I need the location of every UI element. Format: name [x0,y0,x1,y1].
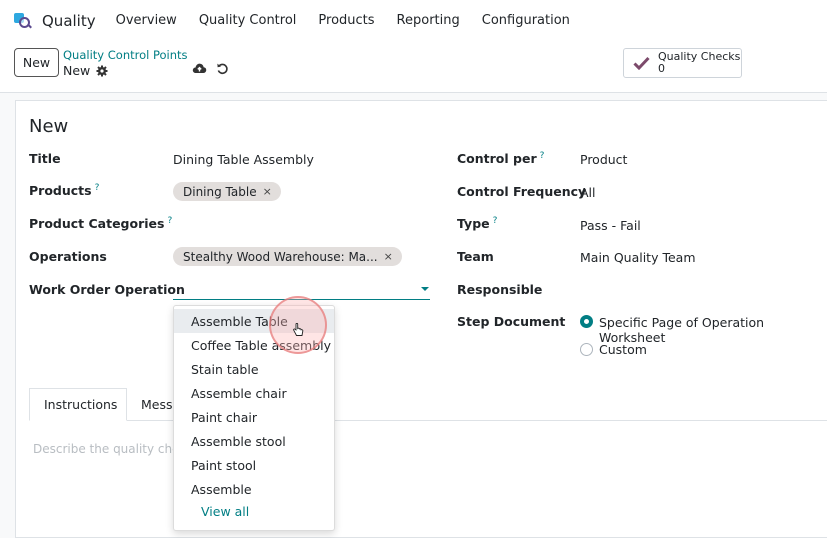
menu-overview[interactable]: Overview [116,13,177,28]
control-frequency-field[interactable]: All [580,185,596,200]
breadcrumb-current-label: New [63,63,91,78]
quality-app-icon[interactable] [12,10,34,32]
products-label-text: Products [29,183,92,199]
radio-specific-page-label[interactable]: Specific Page of Operation Worksheet [599,315,827,345]
control-per-help-icon[interactable]: ? [540,151,545,161]
product-tag-remove-icon[interactable]: × [263,185,272,198]
menu-configuration[interactable]: Configuration [482,13,570,28]
type-label-text: Type [457,216,490,232]
menu-quality-control[interactable]: Quality Control [199,13,297,28]
breadcrumb-parent-link[interactable]: Quality Control Points [63,48,188,62]
dropdown-option[interactable]: Paint stool [174,453,334,477]
operation-tag-remove-icon[interactable]: × [384,250,393,263]
view-all-link[interactable]: View all [201,504,249,519]
gear-icon[interactable] [96,65,108,77]
radio-custom[interactable] [580,343,593,356]
operation-tag-label: Stealthy Wood Warehouse: Ma... [183,249,378,264]
title-field[interactable]: Dining Table Assembly [173,152,314,167]
team-field[interactable]: Main Quality Team [580,250,696,265]
check-icon [633,56,650,71]
step-document-label: Step Document [457,314,566,329]
menu-reporting[interactable]: Reporting [397,13,460,28]
dropdown-caret-icon[interactable] [421,287,429,291]
operation-tag: Stealthy Wood Warehouse: Ma... × [173,247,402,266]
responsible-label: Responsible [457,282,543,297]
work-order-operation-label: Work Order Operation [29,282,185,297]
tab-instructions[interactable]: Instructions [29,388,127,421]
control-per-label-text: Control per [457,151,537,167]
record-title: New [29,116,69,137]
product-tag: Dining Table × [173,182,281,201]
radio-custom-label[interactable]: Custom [599,342,647,357]
radio-specific-page[interactable] [580,315,593,328]
type-help-icon[interactable]: ? [493,216,498,226]
products-label: Products? [29,183,99,198]
control-panel: New Quality Control Points New Quality C… [0,41,827,93]
type-field[interactable]: Pass - Fail [580,218,641,233]
quality-checks-text: Quality Checks 0 [658,51,740,75]
dropdown-option[interactable]: Assemble stool [174,429,334,453]
quality-checks-count: 0 [658,62,665,75]
save-cloud-icon[interactable] [192,62,207,75]
new-button[interactable]: New [14,48,59,77]
instructions-placeholder[interactable]: Describe the quality che [33,442,180,456]
control-frequency-label: Control Frequency [457,184,587,199]
product-categories-help-icon[interactable]: ? [167,216,172,226]
product-categories-label: Product Categories? [29,216,172,231]
discard-undo-icon[interactable] [216,62,229,75]
control-per-field[interactable]: Product [580,152,627,167]
operations-label: Operations [29,249,107,264]
top-navbar: Quality Overview Quality Control Product… [0,0,827,41]
product-tag-label: Dining Table [183,184,257,199]
type-label: Type? [457,216,497,231]
quality-checks-label: Quality Checks [658,50,741,63]
dropdown-option[interactable]: Stain table [174,357,334,381]
dropdown-option[interactable]: Assemble [174,477,334,501]
products-help-icon[interactable]: ? [95,183,100,193]
menu-products[interactable]: Products [318,13,374,28]
quality-checks-smart-button[interactable]: Quality Checks 0 [623,48,742,78]
control-per-label: Control per? [457,151,544,166]
app-name[interactable]: Quality [42,12,96,30]
breadcrumb-current: New [63,63,108,78]
dropdown-option[interactable]: Paint chair [174,405,334,429]
title-label: Title [29,151,61,166]
product-categories-label-text: Product Categories [29,216,165,232]
team-label: Team [457,249,494,264]
dropdown-option[interactable]: Assemble chair [174,381,334,405]
hand-pointer-cursor-icon [292,322,304,337]
